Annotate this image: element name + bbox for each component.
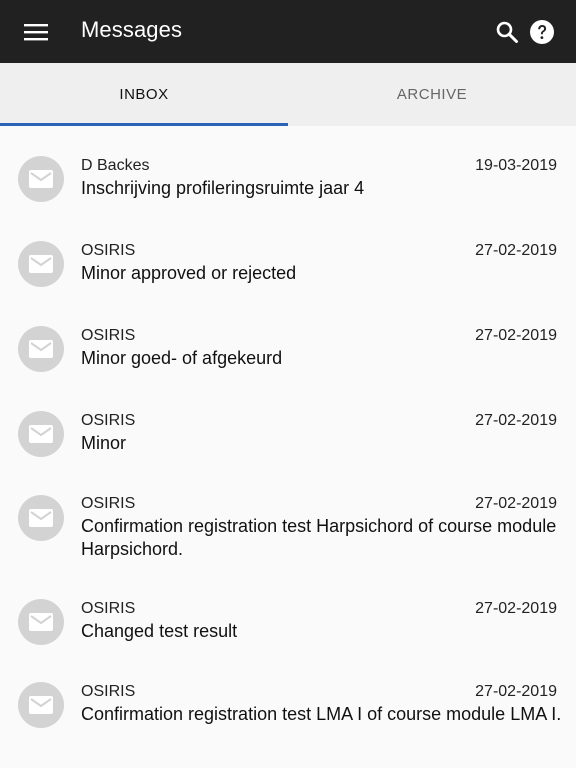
list-item[interactable]: OSIRIS 27-02-2019 Minor approved or reje…: [0, 211, 576, 296]
mail-icon: [18, 599, 64, 645]
message-list: D Backes 19-03-2019 Inschrijving profile…: [0, 126, 576, 749]
help-icon[interactable]: [528, 18, 556, 46]
message-date: 19-03-2019: [475, 157, 557, 174]
message-date: 27-02-2019: [475, 412, 557, 429]
tab-bar: INBOX ARCHIVE: [0, 63, 576, 126]
mail-icon: [18, 682, 64, 728]
message-date: 27-02-2019: [475, 683, 557, 700]
list-item[interactable]: D Backes 19-03-2019 Inschrijving profile…: [0, 126, 576, 211]
message-subject: Confirmation registration test Harpsicho…: [81, 516, 557, 559]
message-date: 27-02-2019: [475, 600, 557, 617]
list-item[interactable]: OSIRIS 27-02-2019 Minor goed- of afgekeu…: [0, 296, 576, 381]
message-subject: Minor approved or rejected: [81, 263, 297, 283]
message-sender: OSIRIS: [81, 600, 136, 617]
message-subject: Confirmation registration test LMA I of …: [81, 704, 562, 724]
message-subject: Minor: [81, 433, 127, 453]
search-icon[interactable]: [493, 18, 521, 46]
list-item[interactable]: OSIRIS 27-02-2019 Confirmation registrat…: [0, 463, 576, 569]
menu-icon[interactable]: [22, 18, 50, 46]
mail-icon: [18, 156, 64, 202]
message-sender: OSIRIS: [81, 412, 136, 429]
tab-archive[interactable]: ARCHIVE: [288, 63, 576, 126]
message-subject: Changed test result: [81, 621, 238, 641]
message-subject: Minor goed- of afgekeurd: [81, 348, 283, 368]
message-date: 27-02-2019: [475, 327, 557, 344]
message-sender: OSIRIS: [81, 327, 136, 344]
mail-icon: [18, 241, 64, 287]
page-title: Messages: [81, 17, 183, 42]
app-bar: Messages: [0, 0, 576, 63]
list-item[interactable]: OSIRIS 27-02-2019 Confirmation registrat…: [0, 653, 576, 749]
tab-inbox[interactable]: INBOX: [0, 63, 288, 126]
message-sender: OSIRIS: [81, 242, 136, 259]
mail-icon: [18, 411, 64, 457]
mail-icon: [18, 495, 64, 541]
list-item[interactable]: OSIRIS 27-02-2019 Minor: [0, 381, 576, 463]
message-date: 27-02-2019: [475, 495, 557, 512]
message-sender: OSIRIS: [81, 683, 136, 700]
message-sender: D Backes: [81, 157, 150, 174]
message-subject: Inschrijving profileringsruimte jaar 4: [81, 178, 365, 198]
list-item[interactable]: OSIRIS 27-02-2019 Changed test result: [0, 569, 576, 653]
mail-icon: [18, 326, 64, 372]
message-sender: OSIRIS: [81, 495, 136, 512]
message-date: 27-02-2019: [475, 242, 557, 259]
